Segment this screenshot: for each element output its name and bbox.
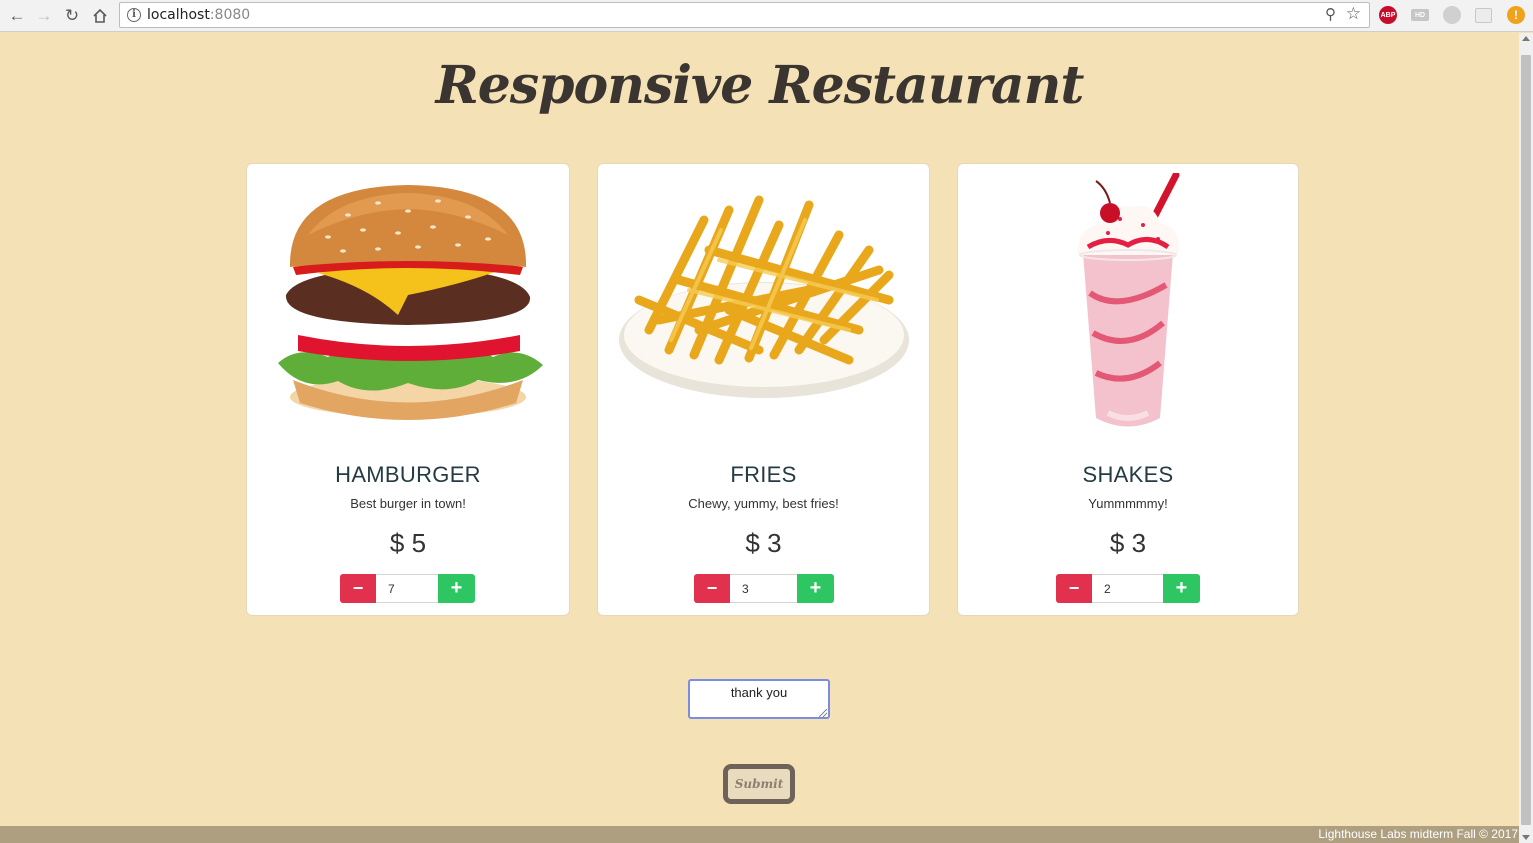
- item-description: Chewy, yummy, best fries!: [688, 496, 839, 511]
- increase-quantity-button[interactable]: +: [438, 574, 475, 603]
- item-name: SHAKES: [1082, 462, 1174, 487]
- quantity-input[interactable]: [376, 574, 438, 603]
- order-note-textarea[interactable]: thank you: [688, 679, 830, 719]
- quantity-input[interactable]: [1092, 574, 1163, 603]
- fries-image: [598, 170, 929, 440]
- browser-toolbar: ← → ↻ i localhost:8080 ⚲ ☆ ABP HD !: [0, 0, 1533, 32]
- item-price: $ 3: [1109, 528, 1147, 558]
- milkshake-image: [958, 170, 1298, 440]
- menu-card-fries: FRIES Chewy, yummy, best fries! $ 3 − +: [597, 163, 930, 616]
- submit-button[interactable]: Submit: [723, 764, 795, 804]
- bookmark-star-icon[interactable]: ☆: [1346, 4, 1361, 24]
- address-url[interactable]: localhost:8080: [147, 7, 250, 23]
- quantity-stepper: − +: [1056, 574, 1200, 604]
- extension-icon[interactable]: [1443, 6, 1461, 24]
- address-bar[interactable]: i localhost:8080 ⚲ ☆: [119, 2, 1370, 28]
- decrease-quantity-button[interactable]: −: [340, 574, 376, 603]
- scroll-up-arrow-icon[interactable]: [1522, 36, 1530, 41]
- quantity-stepper: − +: [694, 574, 834, 604]
- url-host: localhost: [147, 7, 210, 23]
- hamburger-image: [247, 170, 569, 440]
- decrease-quantity-button[interactable]: −: [1056, 574, 1092, 603]
- item-price: $ 3: [745, 528, 782, 558]
- item-name: FRIES: [730, 462, 797, 487]
- quantity-stepper: − +: [340, 574, 475, 604]
- site-info-icon[interactable]: i: [127, 8, 141, 22]
- textarea-resize-handle[interactable]: [819, 709, 827, 717]
- scroll-down-arrow-icon[interactable]: [1522, 835, 1530, 840]
- decrease-quantity-button[interactable]: −: [694, 574, 730, 603]
- menu-card-hamburger: HAMBURGER Best burger in town! $ 5 − +: [246, 163, 570, 616]
- page-content: Responsive Restaurant HAMBURGER Best bur…: [0, 33, 1519, 843]
- page-footer: Lighthouse Labs midterm Fall © 2017: [0, 826, 1519, 843]
- home-icon[interactable]: [89, 5, 111, 27]
- page-title: Responsive Restaurant: [435, 55, 1085, 116]
- item-name: HAMBURGER: [335, 462, 481, 487]
- increase-quantity-button[interactable]: +: [797, 574, 834, 603]
- quantity-input[interactable]: [730, 574, 797, 603]
- zoom-icon[interactable]: ⚲: [1325, 5, 1336, 23]
- alert-extension-icon[interactable]: !: [1507, 6, 1525, 24]
- cast-extension-icon[interactable]: [1475, 8, 1492, 23]
- menu-card-shakes: SHAKES Yummmmmy! $ 3 − +: [957, 163, 1299, 616]
- footer-text: Lighthouse Labs midterm Fall © 2017: [1318, 827, 1518, 841]
- reload-icon[interactable]: ↻: [61, 5, 83, 27]
- forward-icon[interactable]: →: [33, 5, 55, 27]
- scroll-thumb[interactable]: [1521, 55, 1531, 825]
- back-icon[interactable]: ←: [6, 5, 28, 27]
- item-price: $ 5: [389, 528, 427, 558]
- hd-extension-icon[interactable]: HD: [1411, 9, 1429, 21]
- vertical-scrollbar[interactable]: [1519, 33, 1533, 843]
- adblock-extension-icon[interactable]: ABP: [1379, 6, 1397, 24]
- url-port: :8080: [209, 7, 251, 23]
- item-description: Yummmmmy!: [1088, 496, 1168, 511]
- item-description: Best burger in town!: [350, 496, 466, 511]
- increase-quantity-button[interactable]: +: [1163, 574, 1200, 603]
